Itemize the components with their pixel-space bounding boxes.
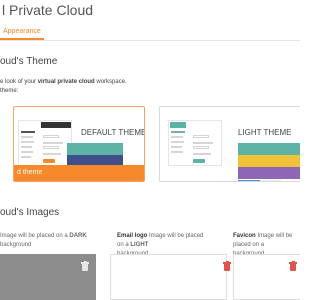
preview-row: [193, 142, 213, 144]
trash-icon[interactable]: [81, 261, 89, 271]
email-logo-dropzone[interactable]: [110, 254, 231, 300]
preview-row: [21, 141, 34, 143]
favicon-dropzone[interactable]: [233, 254, 300, 300]
default-theme-preview: [18, 120, 72, 166]
light-stripe-teal: [238, 143, 300, 155]
preview-row: [171, 136, 183, 138]
dark-image-dropzone[interactable]: [0, 254, 96, 300]
default-theme-card[interactable]: DEFAULT THEME d theme: [13, 106, 145, 182]
viewport: l Private Cloud Appearance oud's Theme e…: [0, 0, 300, 300]
light-theme-name: LIGHT THEME: [238, 128, 292, 137]
theme-description: e look of your virtual private cloud wor…: [0, 79, 127, 85]
light-swatch-blue: [238, 180, 260, 181]
light-stripe-purple: [238, 167, 300, 179]
preview-row: [21, 156, 31, 158]
light-stripe-yellow: [238, 155, 300, 167]
preview-button: [43, 159, 55, 163]
preview-row: [193, 153, 211, 155]
preview-row: [21, 131, 35, 133]
preview-row: [171, 131, 185, 133]
preview-field: [193, 135, 209, 138]
trash-icon[interactable]: [223, 261, 231, 271]
tabs-divider: [0, 39, 300, 41]
preview-row: [21, 136, 33, 138]
preview-row: [171, 146, 182, 148]
preview-topbar: [41, 122, 71, 128]
active-tab-indicator: [0, 38, 44, 40]
page-title: l Private Cloud: [2, 2, 94, 18]
preview-row: [43, 153, 61, 155]
dark-image-description: Image will be placed on a DARK backgroun…: [0, 233, 87, 248]
preview-row: [171, 151, 183, 153]
preview-row: [21, 151, 33, 153]
images-section-title: oud's Images: [0, 207, 60, 218]
theme-prompt: theme:: [0, 88, 19, 94]
selected-theme-banner: d theme: [14, 165, 144, 181]
light-theme-preview: [168, 120, 222, 166]
trash-icon[interactable]: [289, 261, 297, 271]
theme-section-title: oud's Theme: [0, 56, 58, 67]
light-swatch-grey: [260, 180, 282, 181]
favicon-label: Favicon: [233, 233, 256, 239]
default-stripe-teal: [67, 143, 123, 155]
default-theme-name: DEFAULT THEME: [81, 128, 145, 137]
light-theme-card[interactable]: LIGHT THEME: [159, 106, 300, 182]
preview-topbar: [170, 122, 186, 128]
preview-field: [43, 146, 59, 149]
email-logo-label: Email logo: [117, 233, 148, 239]
preview-field: [43, 135, 59, 138]
tab-appearance[interactable]: Appearance: [3, 28, 41, 35]
preview-row: [171, 141, 184, 143]
preview-field: [193, 146, 209, 149]
preview-row: [21, 146, 32, 148]
preview-row: [43, 142, 63, 144]
preview-button: [193, 159, 205, 163]
